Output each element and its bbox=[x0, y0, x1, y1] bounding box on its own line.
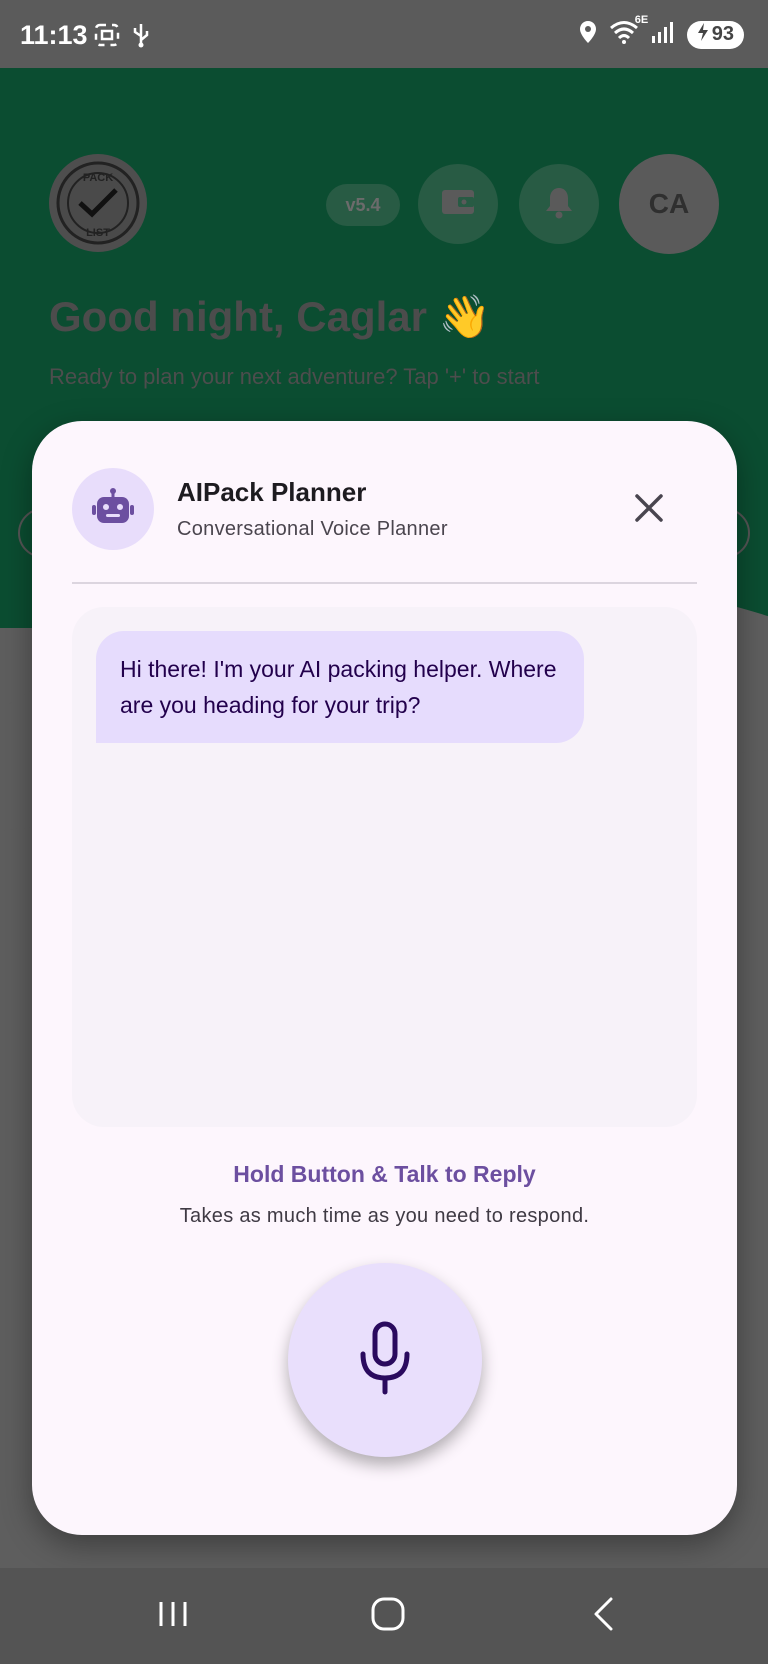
battery-level: 93 bbox=[711, 23, 734, 45]
hint-subtitle: Takes as much time as you need to respon… bbox=[179, 1205, 590, 1227]
bot-message-bubble: Hi there! I'm your AI packing helper. Wh… bbox=[96, 631, 584, 743]
wifi-icon: 6E bbox=[609, 14, 648, 49]
robot-icon bbox=[91, 487, 135, 532]
status-right-icons: 6E 93 bbox=[579, 14, 744, 49]
recents-button[interactable] bbox=[143, 1590, 203, 1642]
dialog-subtitle: Conversational Voice Planner bbox=[177, 518, 448, 540]
home-button[interactable] bbox=[358, 1590, 418, 1642]
bot-avatar bbox=[72, 468, 154, 550]
network-type: 6E bbox=[634, 14, 649, 26]
battery-indicator: 93 bbox=[686, 20, 744, 49]
wallet-button[interactable] bbox=[418, 164, 498, 244]
wallet-icon bbox=[440, 187, 476, 222]
microphone-icon bbox=[355, 1320, 415, 1401]
header-divider bbox=[72, 582, 697, 584]
recents-icon bbox=[156, 1599, 190, 1634]
dialog-title: AIPack Planner bbox=[177, 477, 367, 507]
back-button[interactable] bbox=[573, 1590, 633, 1642]
back-icon bbox=[591, 1596, 615, 1637]
greeting-title: Good night, Caglar 👋 bbox=[49, 293, 491, 340]
voice-planner-dialog: AIPack Planner Conversational Voice Plan… bbox=[32, 421, 737, 1535]
status-left-icons bbox=[94, 22, 150, 53]
system-nav-bar bbox=[0, 1568, 768, 1664]
user-avatar[interactable]: CA bbox=[619, 154, 719, 254]
status-bar: 11:13 6E 93 bbox=[0, 0, 768, 68]
bell-icon bbox=[543, 185, 575, 224]
hold-to-talk-button[interactable] bbox=[288, 1263, 482, 1457]
version-badge: v5.4 bbox=[326, 184, 400, 226]
close-button[interactable] bbox=[626, 487, 672, 533]
signal-icon bbox=[651, 20, 675, 49]
status-time: 11:13 bbox=[20, 20, 88, 50]
pack-list-logo: PACK LIST bbox=[49, 154, 147, 252]
notifications-button[interactable] bbox=[519, 164, 599, 244]
battery-charging-icon bbox=[697, 22, 709, 47]
greeting-subtitle: Ready to plan your next adventure? Tap '… bbox=[49, 364, 540, 389]
location-icon bbox=[579, 20, 597, 49]
logo-text-bottom: LIST bbox=[86, 227, 110, 239]
usb-icon bbox=[132, 22, 150, 53]
screenshot-icon bbox=[94, 23, 120, 52]
close-icon bbox=[634, 493, 664, 528]
home-icon bbox=[370, 1596, 406, 1637]
hint-title: Hold Button & Talk to Reply bbox=[233, 1161, 536, 1187]
chat-area[interactable]: Hi there! I'm your AI packing helper. Wh… bbox=[72, 607, 697, 1127]
logo-text-top: PACK bbox=[83, 172, 113, 184]
